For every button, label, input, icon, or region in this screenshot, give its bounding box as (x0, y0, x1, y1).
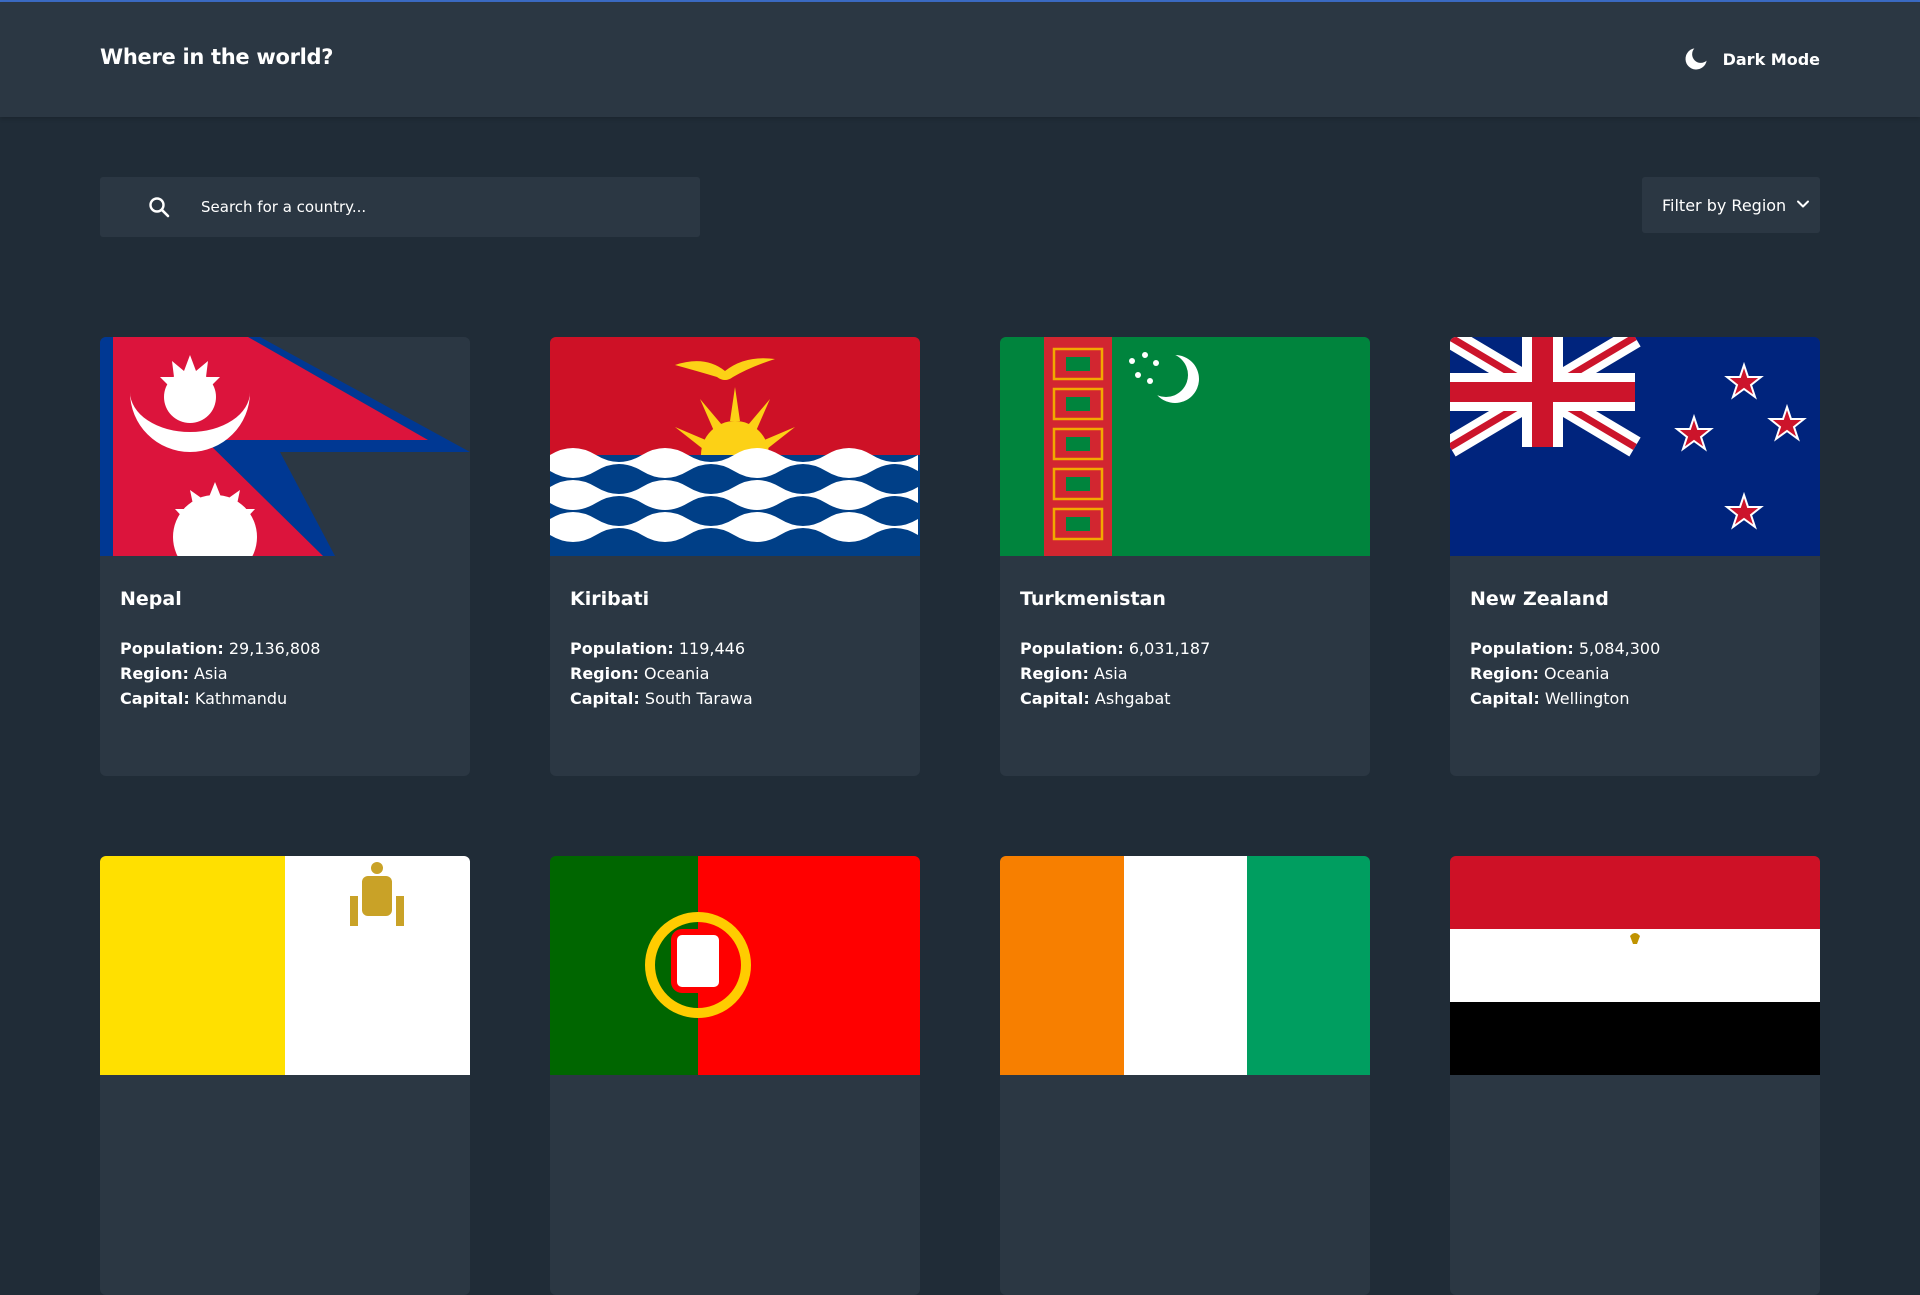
population-label: Population: (120, 639, 224, 658)
population-value: 6,031,187 (1128, 639, 1211, 658)
moon-icon (1683, 46, 1709, 72)
search-bar[interactable] (100, 177, 700, 237)
flag-image-turkmenistan (1000, 337, 1370, 556)
population-label: Population: (1470, 639, 1574, 658)
capital-label: Capital: (1470, 689, 1540, 708)
population-label: Population: (1020, 639, 1124, 658)
population-value: 29,136,808 (228, 639, 321, 658)
country-name: Turkmenistan (1020, 588, 1166, 610)
population-value: 5,084,300 (1578, 639, 1661, 658)
capital-value: Wellington (1544, 689, 1630, 708)
app-title: Where in the world? (100, 45, 334, 69)
flag-image-nepal (100, 337, 470, 556)
flag-image-portugal (550, 856, 920, 1075)
capital-row: Capital: Ashgabat (1020, 686, 1350, 711)
search-input[interactable] (201, 177, 700, 237)
theme-toggle-button[interactable]: Dark Mode (1683, 46, 1820, 72)
region-filter-label: Filter by Region (1662, 195, 1787, 215)
country-card-ivory-coast[interactable] (1000, 856, 1370, 1295)
app-header: Where in the world? Dark Mode (0, 2, 1920, 117)
flag-image-vatican-city (100, 856, 470, 1075)
capital-label: Capital: (1020, 689, 1090, 708)
capital-label: Capital: (120, 689, 190, 708)
capital-value: Kathmandu (194, 689, 288, 708)
country-name: New Zealand (1470, 588, 1609, 610)
region-value: Asia (193, 664, 228, 683)
region-label: Region: (120, 664, 189, 683)
population-row: Population: 119,446 (570, 636, 900, 661)
country-card-portugal[interactable] (550, 856, 920, 1295)
capital-row: Capital: Kathmandu (120, 686, 450, 711)
capital-row: Capital: Wellington (1470, 686, 1800, 711)
country-card-kiribati[interactable]: Kiribati Population: 119,446 Region: Oce… (550, 337, 920, 776)
region-row: Region: Oceania (1470, 661, 1800, 686)
flag-image-kiribati (550, 337, 920, 556)
chevron-down-icon (1796, 196, 1810, 215)
country-card-turkmenistan[interactable]: Turkmenistan Population: 6,031,187 Regio… (1000, 337, 1370, 776)
theme-toggle-label: Dark Mode (1722, 49, 1820, 69)
capital-label: Capital: (570, 689, 640, 708)
country-card-vatican-city[interactable] (100, 856, 470, 1295)
region-label: Region: (570, 664, 639, 683)
region-value: Oceania (643, 664, 710, 683)
country-card-new-zealand[interactable]: New Zealand Population: 5,084,300 Region… (1450, 337, 1820, 776)
region-label: Region: (1020, 664, 1089, 683)
population-row: Population: 29,136,808 (120, 636, 450, 661)
region-value: Asia (1093, 664, 1128, 683)
country-name: Kiribati (570, 588, 650, 610)
population-label: Population: (570, 639, 674, 658)
country-name: Nepal (120, 588, 182, 610)
flag-image-egypt (1450, 856, 1820, 1075)
region-filter-select[interactable]: Filter by Region (1642, 177, 1820, 233)
region-value: Oceania (1543, 664, 1610, 683)
region-row: Region: Oceania (570, 661, 900, 686)
search-icon (147, 195, 171, 219)
capital-row: Capital: South Tarawa (570, 686, 900, 711)
capital-value: South Tarawa (644, 689, 753, 708)
country-grid: Nepal Population: 29,136,808 Region: Asi… (100, 337, 1820, 1295)
region-row: Region: Asia (1020, 661, 1350, 686)
region-row: Region: Asia (120, 661, 450, 686)
population-row: Population: 5,084,300 (1470, 636, 1800, 661)
population-value: 119,446 (678, 639, 746, 658)
population-row: Population: 6,031,187 (1020, 636, 1350, 661)
capital-value: Ashgabat (1094, 689, 1171, 708)
flag-image-ivory-coast (1000, 856, 1370, 1075)
country-card-egypt[interactable] (1450, 856, 1820, 1295)
flag-image-new-zealand (1450, 337, 1820, 556)
country-card-nepal[interactable]: Nepal Population: 29,136,808 Region: Asi… (100, 337, 470, 776)
region-label: Region: (1470, 664, 1539, 683)
